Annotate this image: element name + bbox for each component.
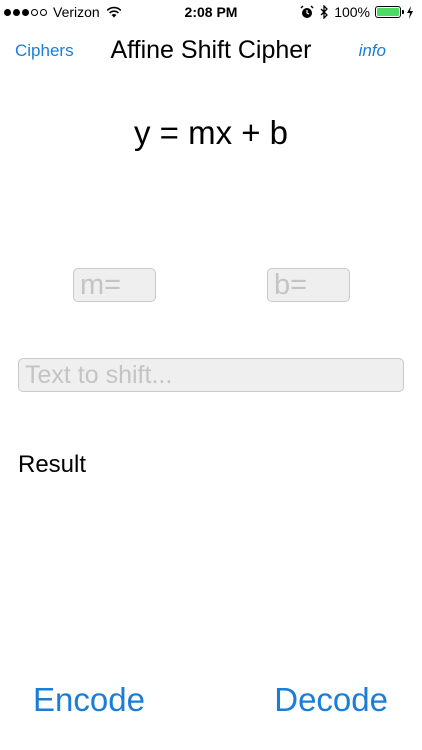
alarm-icon xyxy=(300,5,314,18)
b-input[interactable] xyxy=(267,268,350,302)
decode-button[interactable]: Decode xyxy=(274,681,388,719)
charging-icon xyxy=(407,5,413,19)
status-right: 100% xyxy=(300,4,414,20)
bluetooth-icon xyxy=(320,5,329,19)
formula-text: y = mx + b xyxy=(133,114,289,151)
info-button[interactable]: info xyxy=(359,41,386,61)
m-input[interactable] xyxy=(73,268,156,302)
battery-fill xyxy=(377,8,399,16)
encode-button[interactable]: Encode xyxy=(33,681,145,719)
battery-percentage: 100% xyxy=(334,4,370,20)
result-label: Result xyxy=(18,451,87,478)
status-bar: Verizon 2:08 PM 100% xyxy=(0,0,422,24)
battery-cap xyxy=(402,10,404,14)
text-to-shift-input[interactable] xyxy=(18,358,404,392)
battery-icon xyxy=(375,6,404,18)
